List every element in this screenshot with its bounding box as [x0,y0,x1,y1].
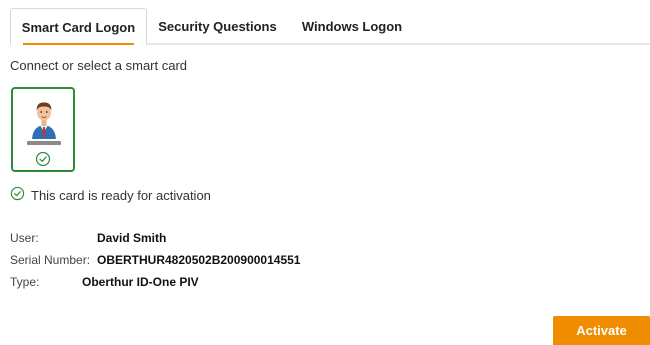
check-circle-icon [35,151,51,172]
user-value: David Smith [97,231,167,245]
info-row-user: User: David Smith [10,231,166,245]
info-row-type: Type: Oberthur ID-One PIV [10,275,199,289]
smart-card-activation-panel: Smart Card Logon Security Questions Wind… [0,0,650,345]
smart-card-tile[interactable] [11,87,75,172]
serial-label: Serial Number: [10,253,91,267]
tab-bar: Smart Card Logon Security Questions Wind… [10,0,650,45]
status-text: This card is ready for activation [31,187,211,203]
tab-label: Windows Logon [301,19,403,34]
user-label: User: [10,231,39,245]
tab-label: Security Questions [158,19,277,34]
tab-windows-logon[interactable]: Windows Logon [292,8,412,45]
info-row-serial: Serial Number: OBERTHUR4820502B200900014… [10,253,300,267]
check-circle-icon [10,186,31,204]
activate-button[interactable]: Activate [553,316,650,345]
card-prompt: Connect or select a smart card [10,58,188,73]
tab-label: Smart Card Logon [21,19,136,35]
user-avatar-icon [31,99,57,144]
card-status: This card is ready for activation [10,186,211,204]
tab-security-questions[interactable]: Security Questions [150,8,285,45]
type-value: Oberthur ID-One PIV [82,275,199,289]
serial-value: OBERTHUR4820502B200900014551 [97,253,301,267]
tab-smart-card-logon[interactable]: Smart Card Logon [10,8,147,45]
type-label: Type: [10,275,40,289]
card-strip [27,141,61,145]
